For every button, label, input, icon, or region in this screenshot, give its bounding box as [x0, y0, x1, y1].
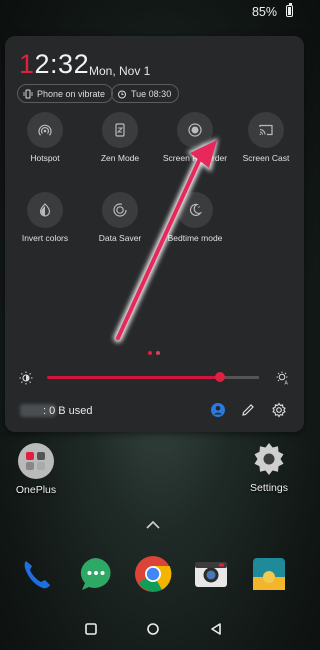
tile-screen-recorder-circle: [177, 112, 213, 148]
screen-recorder-icon: [188, 123, 202, 137]
page-indicator: [148, 351, 160, 355]
tile-bedtime-mode[interactable]: z Bedtime mode: [157, 192, 233, 243]
alarm-chip-label: Tue 08:30: [131, 88, 172, 99]
brightness-low-icon: [19, 371, 33, 385]
tile-invert-circle: [27, 192, 63, 228]
vibrate-icon: [23, 89, 33, 98]
alarm-icon: [118, 90, 126, 98]
quick-settings-panel: 12:32 Mon, Nov 1 Phone on vibrate Tue 08…: [5, 36, 304, 432]
back-button-icon[interactable]: [209, 622, 223, 636]
edit-pencil-icon[interactable]: [240, 402, 256, 418]
page-dot: [156, 351, 160, 355]
oneplus-folder[interactable]: OnePlus: [8, 442, 64, 496]
tile-zen-mode[interactable]: Zen Mode: [82, 112, 158, 163]
battery-icon: [286, 3, 293, 17]
app-drawer-chevron-up-icon[interactable]: [145, 520, 161, 530]
invert-colors-icon: [39, 203, 51, 217]
page-dot: [148, 351, 152, 355]
tile-screen-cast[interactable]: Screen Cast: [228, 112, 304, 163]
chrome-icon[interactable]: [134, 555, 172, 593]
gallery-icon[interactable]: [250, 555, 288, 593]
bedtime-mode-icon: z: [189, 203, 203, 216]
battery-percentage: 85%: [251, 5, 277, 19]
zen-mode-icon: [115, 123, 125, 137]
clock-first-digit: 1: [19, 49, 35, 79]
recents-button-icon[interactable]: [84, 622, 98, 636]
svg-text:A: A: [285, 381, 289, 386]
settings-gear-icon[interactable]: [271, 402, 287, 418]
tile-label: Hotspot: [30, 153, 60, 163]
tile-hotspot[interactable]: Hotspot: [7, 112, 83, 163]
camera-icon[interactable]: [192, 555, 230, 593]
tile-label: Bedtime mode: [167, 233, 223, 243]
screen-cast-icon: [259, 124, 273, 136]
tile-label: Zen Mode: [100, 153, 140, 163]
svg-text:z: z: [198, 204, 200, 209]
messages-icon[interactable]: [77, 555, 115, 593]
tile-zen-circle: [102, 112, 138, 148]
brightness-slider-fill[interactable]: [47, 376, 219, 379]
tile-label: Invert colors: [21, 233, 69, 243]
status-bar: 85%: [0, 0, 307, 22]
tile-label: Data Saver: [98, 233, 142, 243]
user-account-icon[interactable]: [210, 402, 226, 418]
clock[interactable]: 12:32: [19, 49, 89, 80]
tile-label: Screen Cast: [242, 153, 290, 163]
app-label: Settings: [250, 482, 288, 494]
tile-hotspot-circle: [27, 112, 63, 148]
alarm-chip[interactable]: Tue 08:30: [111, 84, 180, 103]
hotspot-icon: [38, 124, 52, 136]
auto-brightness-icon[interactable]: A: [276, 371, 290, 385]
vibrate-chip-label: Phone on vibrate: [37, 88, 106, 99]
vibrate-chip[interactable]: Phone on vibrate: [17, 84, 114, 103]
tile-data-saver[interactable]: Data Saver: [82, 192, 158, 243]
data-saver-icon: [113, 203, 127, 217]
settings-app-icon: [254, 443, 284, 475]
tile-screen-recorder[interactable]: Screen Recorder: [157, 112, 233, 163]
tile-screen-cast-circle: [248, 112, 284, 148]
tile-data-saver-circle: [102, 192, 138, 228]
tile-bedtime-circle: z: [177, 192, 213, 228]
phone-icon[interactable]: [17, 555, 55, 593]
date[interactable]: Mon, Nov 1: [89, 64, 150, 78]
tile-label: Screen Recorder: [162, 153, 228, 163]
data-usage-text[interactable]: : 0 B used: [43, 405, 93, 417]
brightness-slider-track[interactable]: [219, 376, 259, 379]
brightness-slider-thumb[interactable]: [215, 372, 225, 382]
tile-invert-colors[interactable]: Invert colors: [7, 192, 83, 243]
clock-rest: 2:32: [34, 49, 90, 79]
oneplus-folder-icon: [18, 443, 54, 479]
app-label: OnePlus: [15, 484, 57, 496]
settings-app[interactable]: Settings: [242, 440, 296, 494]
home-button-icon[interactable]: [146, 622, 160, 636]
